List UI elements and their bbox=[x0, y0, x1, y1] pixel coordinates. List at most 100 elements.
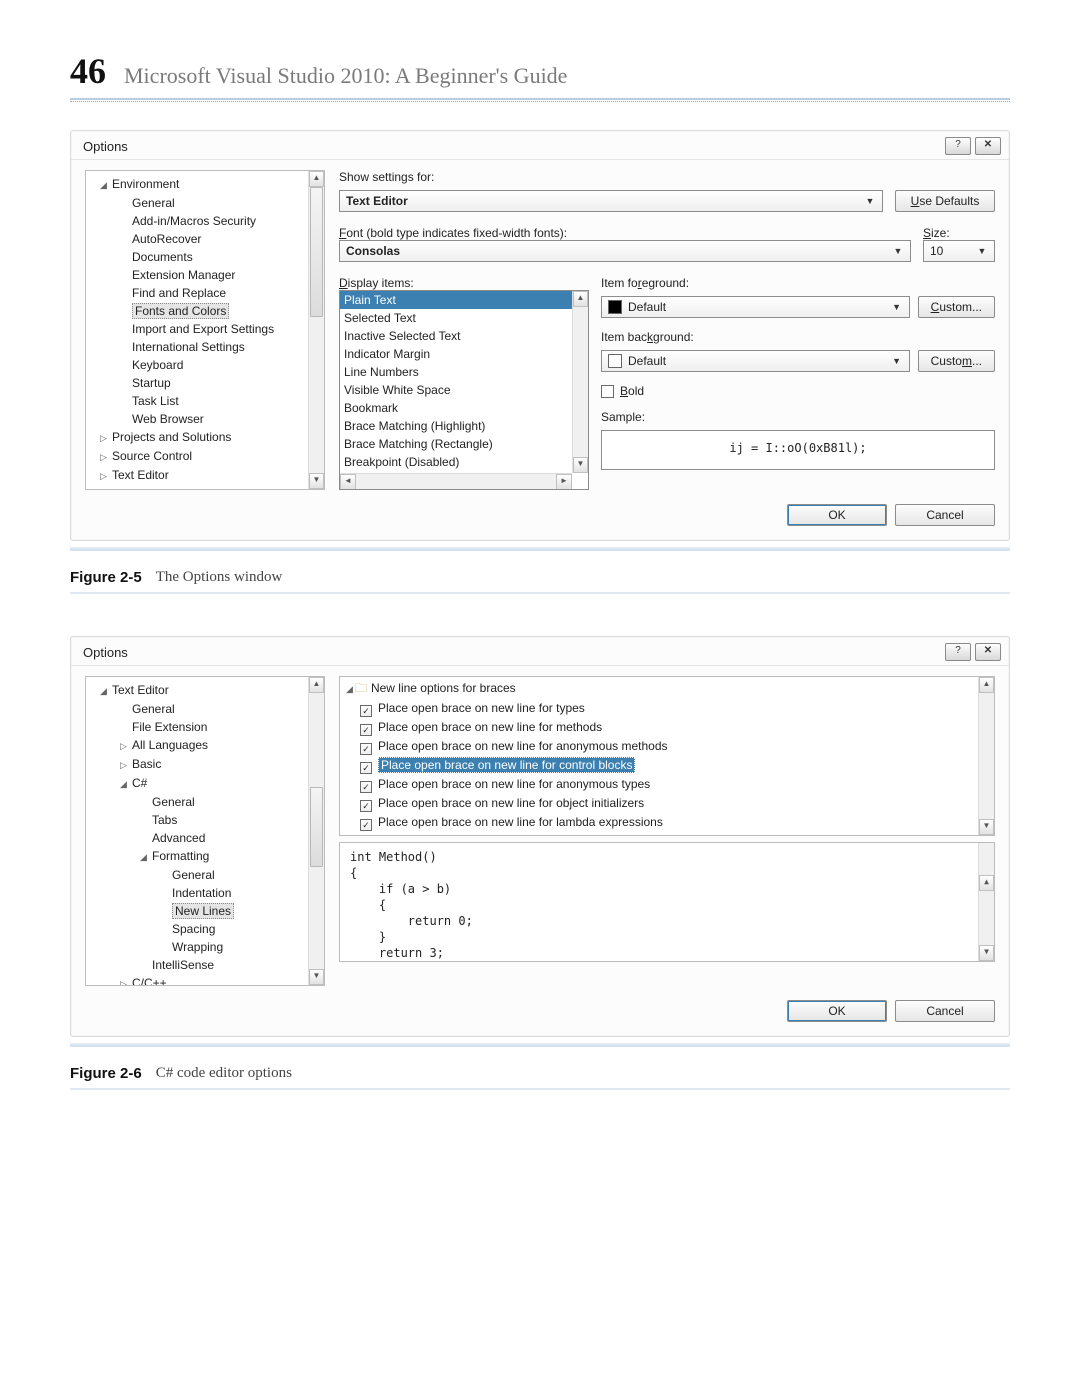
scroll-thumb[interactable] bbox=[310, 787, 323, 867]
cancel-button[interactable]: Cancel bbox=[895, 1000, 995, 1022]
foreground-dropdown[interactable]: Default ▼ bbox=[601, 296, 910, 318]
disclosure-closed-icon[interactable]: ▷ bbox=[100, 467, 110, 485]
checkbox-icon[interactable]: ✓ bbox=[360, 743, 372, 755]
tree-item[interactable]: International Settings bbox=[94, 338, 306, 356]
h-scrollbar[interactable]: ◄ ► bbox=[340, 473, 572, 489]
scrollbar[interactable]: ▲ ▼ bbox=[978, 677, 994, 835]
display-item[interactable]: Visible White Space bbox=[340, 381, 588, 399]
newline-options-checklist[interactable]: ◢🗀New line options for braces✓Place open… bbox=[339, 676, 995, 836]
scroll-right-icon[interactable]: ► bbox=[556, 474, 572, 490]
tree-item[interactable]: ▷Database Tools bbox=[94, 485, 306, 490]
checklist-item[interactable]: ✓Place open brace on new line for anonym… bbox=[340, 737, 994, 756]
ok-button[interactable]: OK bbox=[787, 1000, 887, 1022]
display-item[interactable]: Inactive Selected Text bbox=[340, 327, 588, 345]
display-item[interactable]: Indicator Margin bbox=[340, 345, 588, 363]
tree-item[interactable]: Indentation bbox=[94, 884, 306, 902]
tree-item[interactable]: ◢Text Editor bbox=[94, 681, 306, 700]
disclosure-open-icon[interactable]: ◢ bbox=[100, 176, 110, 194]
checklist-item[interactable]: ✓Place open brace on new line for anonym… bbox=[340, 775, 994, 794]
tree-item[interactable]: Find and Replace bbox=[94, 284, 306, 302]
tree-item[interactable]: Tabs bbox=[94, 811, 306, 829]
checklist-item[interactable]: ✓Place open brace on new line for types bbox=[340, 699, 994, 718]
checklist-item[interactable]: ✓Place open brace on new line for object… bbox=[340, 794, 994, 813]
tree-item[interactable]: Documents bbox=[94, 248, 306, 266]
disclosure-closed-icon[interactable]: ▷ bbox=[120, 756, 130, 774]
scroll-down-icon[interactable]: ▼ bbox=[309, 969, 324, 985]
help-button[interactable]: ? bbox=[945, 137, 971, 155]
disclosure-closed-icon[interactable]: ▷ bbox=[120, 975, 130, 986]
tree-item[interactable]: Extension Manager bbox=[94, 266, 306, 284]
scrollbar[interactable]: ▲ ▼ bbox=[572, 291, 588, 473]
scroll-down-icon[interactable]: ▼ bbox=[979, 819, 994, 835]
disclosure-closed-icon[interactable]: ▷ bbox=[100, 448, 110, 466]
scroll-down-icon[interactable]: ▼ bbox=[979, 945, 994, 961]
checklist-group[interactable]: ◢🗀New line options for keywords bbox=[340, 832, 994, 836]
scroll-left-icon[interactable]: ◄ bbox=[340, 474, 356, 490]
tree-item[interactable]: Spacing bbox=[94, 920, 306, 938]
cancel-button[interactable]: Cancel bbox=[895, 504, 995, 526]
tree-item[interactable]: File Extension bbox=[94, 718, 306, 736]
scrollbar[interactable]: ▲ ▼ bbox=[978, 843, 994, 961]
scroll-up-icon[interactable]: ▲ bbox=[309, 171, 324, 187]
checklist-item[interactable]: ✓Place open brace on new line for lambda… bbox=[340, 813, 994, 832]
scroll-up-icon[interactable]: ▲ bbox=[573, 291, 588, 307]
checkbox-icon[interactable]: ✓ bbox=[360, 819, 372, 831]
tree-item[interactable]: ◢Formatting bbox=[94, 847, 306, 866]
tree-item[interactable]: General bbox=[94, 700, 306, 718]
scroll-thumb[interactable] bbox=[310, 187, 323, 317]
disclosure-open-icon[interactable]: ◢ bbox=[100, 682, 110, 700]
display-item[interactable]: Bookmark bbox=[340, 399, 588, 417]
tree-item[interactable]: Task List bbox=[94, 392, 306, 410]
display-items-listbox[interactable]: Plain TextSelected TextInactive Selected… bbox=[339, 290, 589, 490]
disclosure-closed-icon[interactable]: ▷ bbox=[100, 429, 110, 447]
tree-item[interactable]: AutoRecover bbox=[94, 230, 306, 248]
size-dropdown[interactable]: 10 ▼ bbox=[923, 240, 995, 262]
tree-item[interactable]: ▷Source Control bbox=[94, 447, 306, 466]
disclosure-closed-icon[interactable]: ▷ bbox=[100, 486, 110, 490]
display-item[interactable]: Breakpoint (Disabled) bbox=[340, 453, 588, 471]
tree-item[interactable]: General bbox=[94, 793, 306, 811]
scroll-up-icon[interactable]: ▲ bbox=[309, 677, 324, 693]
tree-item[interactable]: Import and Export Settings bbox=[94, 320, 306, 338]
font-dropdown[interactable]: Consolas ▼ bbox=[339, 240, 911, 262]
tree-item[interactable]: New Lines bbox=[94, 902, 306, 920]
tree-item[interactable]: Keyboard bbox=[94, 356, 306, 374]
tree-item[interactable]: ▷Projects and Solutions bbox=[94, 428, 306, 447]
tree-item[interactable]: ◢C# bbox=[94, 774, 306, 793]
tree-item[interactable]: Fonts and Colors bbox=[94, 302, 306, 320]
tree-item[interactable]: IntelliSense bbox=[94, 956, 306, 974]
close-button[interactable]: ✕ bbox=[975, 643, 1001, 661]
background-dropdown[interactable]: Default ▼ bbox=[601, 350, 910, 372]
display-item[interactable]: Plain Text bbox=[340, 291, 588, 309]
checkbox-icon[interactable]: ✓ bbox=[360, 781, 372, 793]
show-settings-for-dropdown[interactable]: Text Editor ▼ bbox=[339, 190, 883, 212]
scroll-down-icon[interactable]: ▼ bbox=[573, 457, 588, 473]
display-item[interactable]: Brace Matching (Rectangle) bbox=[340, 435, 588, 453]
scrollbar[interactable]: ▲ ▼ bbox=[308, 171, 324, 489]
tree-item[interactable]: ▷All Languages bbox=[94, 736, 306, 755]
display-item[interactable]: Selected Text bbox=[340, 309, 588, 327]
scroll-up-icon[interactable]: ▲ bbox=[979, 875, 994, 891]
foreground-custom-button[interactable]: Custom... bbox=[918, 296, 995, 318]
tree-item[interactable]: ◢Environment bbox=[94, 175, 306, 194]
ok-button[interactable]: OK bbox=[787, 504, 887, 526]
background-custom-button[interactable]: Custom... bbox=[918, 350, 995, 372]
tree-item[interactable]: ▷C/C++ bbox=[94, 974, 306, 986]
tree-item[interactable]: Web Browser bbox=[94, 410, 306, 428]
scroll-down-icon[interactable]: ▼ bbox=[309, 473, 324, 489]
scrollbar[interactable]: ▲ ▼ bbox=[308, 677, 324, 985]
tree-item[interactable]: ▷Text Editor bbox=[94, 466, 306, 485]
checkbox-icon[interactable]: ✓ bbox=[360, 724, 372, 736]
close-button[interactable]: ✕ bbox=[975, 137, 1001, 155]
checkbox-icon[interactable]: ✓ bbox=[360, 800, 372, 812]
tree-item[interactable]: Wrapping bbox=[94, 938, 306, 956]
checkbox-icon[interactable]: ✓ bbox=[360, 762, 372, 774]
bold-checkbox[interactable]: Bold bbox=[601, 384, 995, 398]
disclosure-open-icon[interactable]: ◢ bbox=[140, 848, 150, 866]
tree-item[interactable]: ▷Basic bbox=[94, 755, 306, 774]
display-item[interactable]: Breakpoint (Error) bbox=[340, 489, 588, 490]
options-tree[interactable]: ◢EnvironmentGeneralAdd-in/Macros Securit… bbox=[85, 170, 325, 490]
tree-item[interactable]: Startup bbox=[94, 374, 306, 392]
use-defaults-button[interactable]: Use Defaults bbox=[895, 190, 995, 212]
display-item[interactable]: Brace Matching (Highlight) bbox=[340, 417, 588, 435]
